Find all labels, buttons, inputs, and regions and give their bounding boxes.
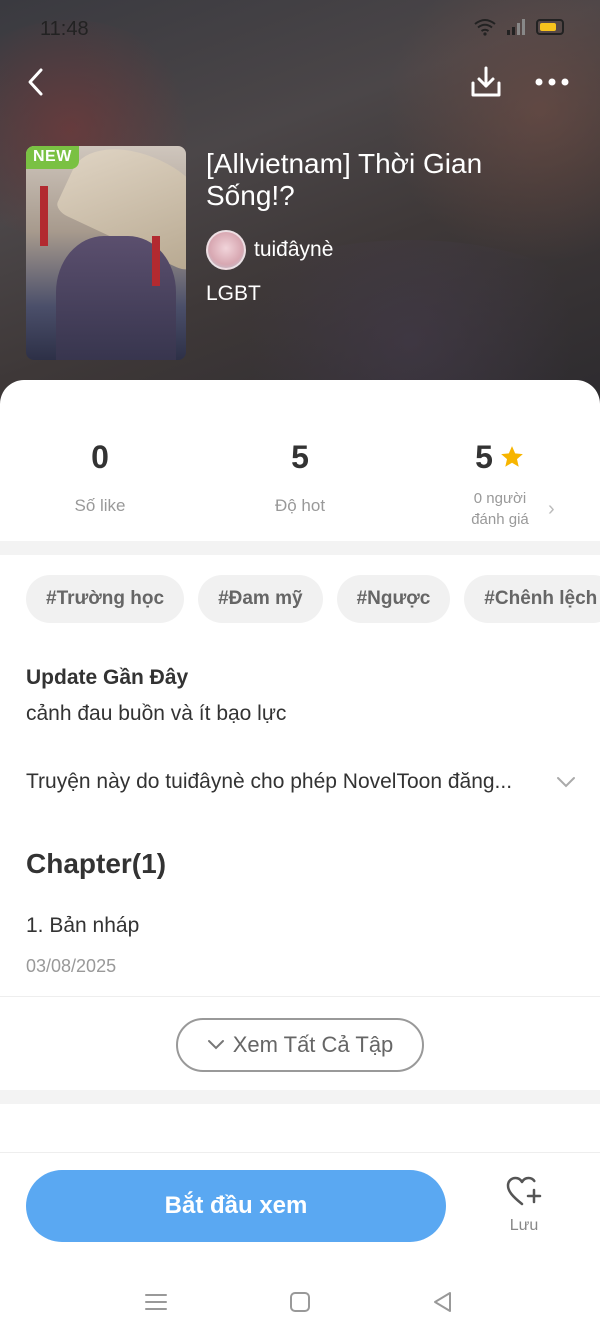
chapter-item[interactable]: 1. Bản nháp — [26, 914, 139, 938]
update-title: Update Gần Đây — [26, 666, 189, 689]
description-text: Truyện này do tuiđâynè cho phép NovelToo… — [26, 770, 513, 793]
more-horizontal-icon — [535, 78, 569, 86]
tag-list: #Trường học #Đam mỹ #Ngược #Chênh lệch — [26, 575, 600, 623]
square-icon — [290, 1292, 310, 1312]
rating-value: 5 — [475, 438, 493, 475]
signal-icon — [507, 19, 525, 35]
genre-label[interactable]: LGBT — [206, 282, 261, 306]
rating-count: 0 người — [473, 490, 527, 507]
likes-count: 0 — [91, 438, 109, 475]
cover-illustration — [152, 236, 160, 286]
rating-caption: đánh giá — [471, 511, 529, 528]
start-reading-button[interactable]: Bắt đầu xem — [26, 1170, 446, 1242]
author-avatar — [206, 230, 246, 270]
likes-label: Số like — [74, 496, 126, 515]
save-to-library-button[interactable]: Lưu — [496, 1176, 552, 1235]
recent-apps-button[interactable] — [136, 1282, 176, 1322]
chevron-down-icon — [557, 777, 575, 788]
chevron-left-icon — [28, 68, 43, 96]
download-button[interactable] — [466, 62, 506, 102]
hot-count: 5 — [291, 438, 309, 475]
menu-icon — [145, 1294, 167, 1310]
hot-label: Độ hot — [274, 496, 326, 515]
new-badge: NEW — [26, 146, 79, 169]
tag-chip[interactable]: #Đam mỹ — [198, 575, 323, 623]
system-back-button[interactable] — [422, 1282, 462, 1322]
status-icons — [474, 18, 564, 36]
home-button[interactable] — [280, 1282, 320, 1322]
divider — [0, 996, 600, 997]
rating-stat[interactable]: 5 0 người đánh giá — [400, 436, 600, 530]
battery-icon — [536, 19, 564, 35]
rating-label: 0 người đánh giá — [400, 488, 600, 530]
chapter-date: 03/08/2025 — [26, 956, 117, 976]
cover-illustration — [40, 186, 48, 246]
system-navigation-bar — [0, 1270, 600, 1330]
update-text: cảnh đau buồn và ít bạo lực — [26, 702, 287, 725]
heart-add-icon — [506, 1176, 542, 1206]
chevron-down-icon — [207, 1040, 224, 1050]
likes-stat: 0 Số like — [0, 436, 200, 516]
status-time: 11:48 — [40, 18, 89, 40]
tag-chip[interactable]: #Chênh lệch — [464, 575, 600, 623]
back-button[interactable] — [16, 62, 56, 102]
book-cover[interactable]: NEW — [26, 146, 186, 360]
author-name: tuiđâynè — [254, 238, 334, 261]
download-icon — [471, 66, 501, 97]
hot-stat: 5 Độ hot — [200, 436, 400, 516]
view-all-chapters-button[interactable]: Xem Tất Cả Tập — [176, 1018, 424, 1072]
section-divider — [0, 541, 600, 555]
author-link[interactable]: tuiđâynè — [206, 230, 333, 270]
view-all-label: Xem Tất Cả Tập — [232, 1032, 394, 1057]
stats-row: 0 Số like 5 Độ hot 5 0 người đánh giá — [0, 436, 600, 536]
save-label: Lưu — [509, 1217, 539, 1234]
chevron-right-icon[interactable]: › — [548, 498, 555, 521]
chapter-section-title: Chapter(1) — [26, 848, 167, 879]
description-row[interactable]: Truyện này do tuiđâynè cho phép NovelToo… — [26, 770, 576, 794]
tag-chip[interactable]: #Trường học — [26, 575, 185, 623]
status-bar: 11:48 — [0, 0, 600, 60]
triangle-back-icon — [434, 1292, 451, 1312]
footer-divider — [0, 1152, 600, 1153]
more-options-button[interactable] — [532, 62, 572, 102]
book-title: [Allvietnam] Thời Gian Sống!? — [206, 148, 483, 211]
section-divider — [0, 1090, 600, 1104]
rating-value-row: 5 — [400, 436, 600, 478]
wifi-icon — [474, 19, 496, 36]
star-icon — [501, 446, 523, 467]
tag-chip[interactable]: #Ngược — [336, 575, 451, 623]
